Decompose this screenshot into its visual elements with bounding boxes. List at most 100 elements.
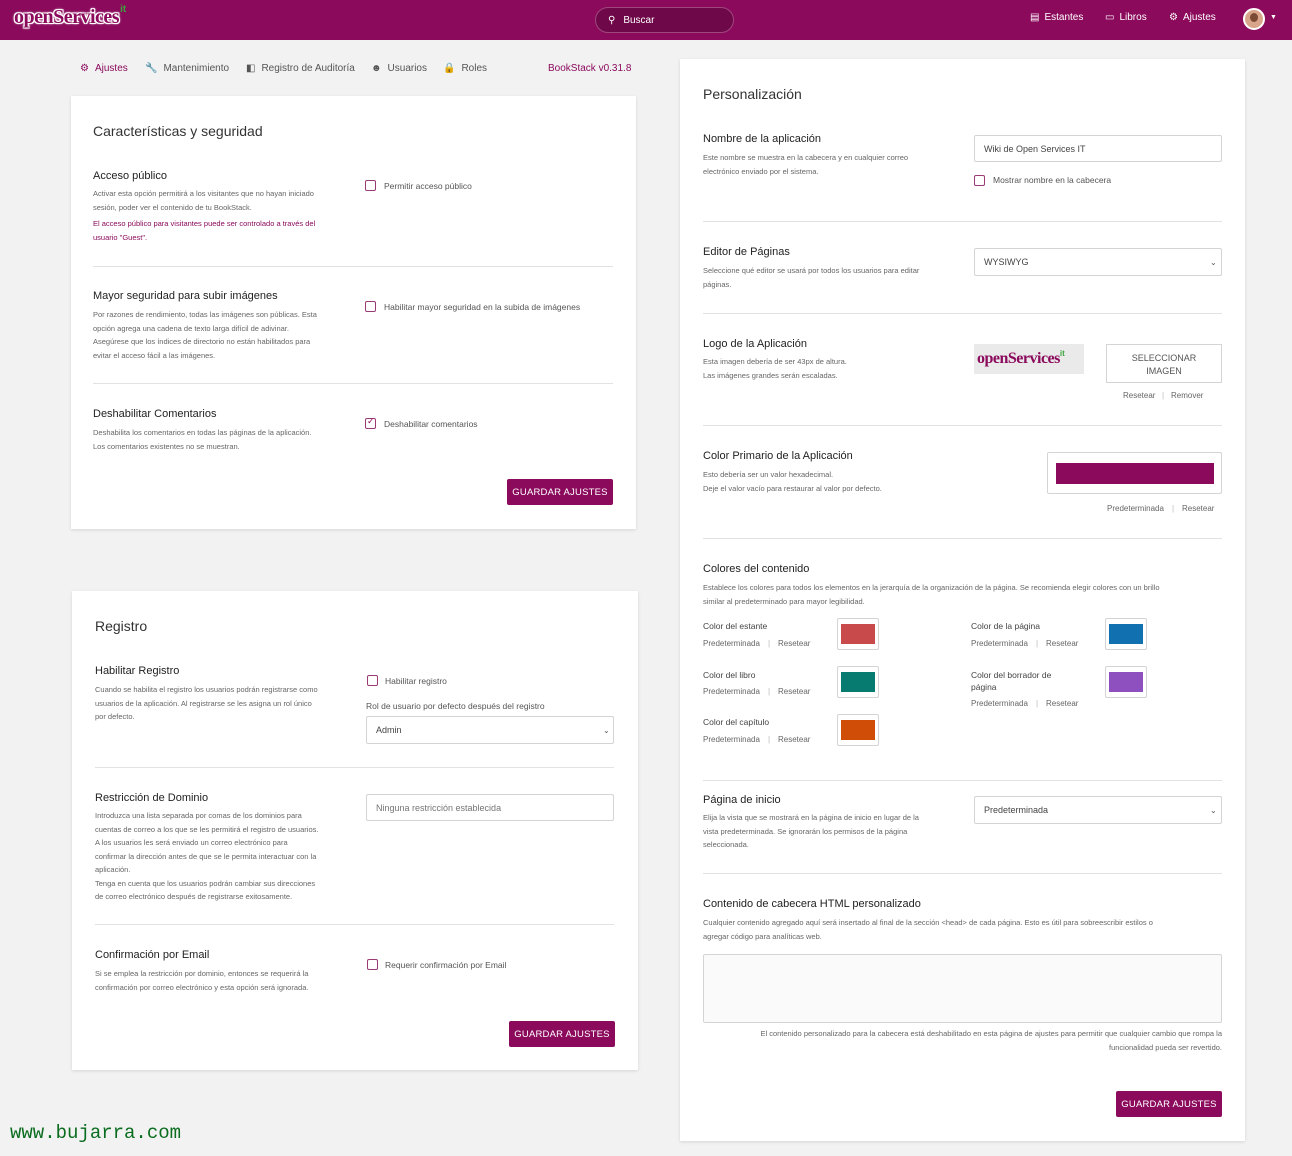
- section-desc: Este nombre se muestra en la cabecera y …: [703, 151, 908, 178]
- section-title: Habilitar Registro: [95, 665, 180, 677]
- logo-preview-suffix: it: [1059, 348, 1065, 358]
- color-label: Color del capítulo: [703, 717, 770, 727]
- button-line: IMAGEN: [1146, 366, 1182, 376]
- search-box[interactable]: ⚲: [595, 7, 734, 33]
- default-role-select[interactable]: Admin: [366, 716, 614, 744]
- separator: |: [1036, 699, 1039, 708]
- shelf-color-input[interactable]: [837, 618, 879, 650]
- image-security-checkbox[interactable]: [365, 301, 376, 312]
- divider: [703, 780, 1222, 781]
- chevron-down-icon[interactable]: ▼: [1270, 14, 1277, 21]
- primary-color-input[interactable]: [1047, 452, 1222, 494]
- section-title: Acceso público: [93, 170, 167, 182]
- draft-color-input[interactable]: [1105, 666, 1147, 698]
- disable-comments-checkbox[interactable]: [365, 416, 376, 429]
- desc-line: A los usuarios les será enviado un corre…: [95, 838, 288, 847]
- show-name-checkbox[interactable]: [974, 175, 985, 186]
- color-label: Color de la página: [971, 621, 1040, 631]
- gear-icon: ⚙: [80, 63, 89, 74]
- default-color-link[interactable]: Predeterminada: [1107, 504, 1164, 513]
- reset-color-link[interactable]: Resetear: [1182, 504, 1214, 513]
- card-title: Características y seguridad: [93, 123, 263, 139]
- divider: [93, 383, 613, 384]
- domain-restriction-input[interactable]: [366, 794, 614, 821]
- reset-logo-link[interactable]: Resetear: [1123, 391, 1155, 400]
- reset-color-link[interactable]: Resetear: [778, 735, 810, 744]
- desc-line: opción agrega una cadena de texto larga …: [93, 323, 289, 333]
- desc-line: usuarios de la aplicación. Al registrars…: [95, 698, 312, 708]
- custom-head-textarea[interactable]: [703, 954, 1222, 1023]
- checkbox-label: Requerir confirmación por Email: [385, 960, 507, 970]
- section-desc: Esto debería ser un valor hexadecimal. D…: [703, 468, 882, 495]
- nav-shelves-link[interactable]: ▤ Estantes: [1030, 12, 1083, 23]
- nav-settings-link[interactable]: ⚙ Ajustes: [1169, 12, 1216, 23]
- reset-color-link[interactable]: Resetear: [778, 687, 810, 696]
- section-title: Contenido de cabecera HTML personalizado: [703, 898, 921, 910]
- default-color-link[interactable]: Predeterminada: [703, 735, 760, 744]
- remove-logo-link[interactable]: Remover: [1171, 391, 1203, 400]
- save-button[interactable]: GUARDAR AJUSTES: [507, 479, 613, 505]
- section-desc: Introduzca una lista separada por comas …: [95, 809, 318, 904]
- settings-tab-label: Mantenimiento: [163, 63, 230, 74]
- color-swatch: [841, 720, 875, 740]
- logo-preview: openServices it: [974, 344, 1084, 374]
- email-confirm-checkbox[interactable]: [367, 959, 378, 970]
- divider: [703, 221, 1222, 222]
- book-color-input[interactable]: [837, 666, 879, 698]
- section-desc: Esta imagen debería de ser 43px de altur…: [703, 355, 847, 382]
- default-color-link[interactable]: Predeterminada: [703, 639, 760, 648]
- desc-line: vista predeterminada. Se ignorarán los p…: [703, 826, 908, 836]
- label-line: Color del borrador de: [971, 670, 1052, 680]
- section-desc: Activar esta opción permitirá a los visi…: [93, 187, 314, 214]
- color-swatch: [841, 672, 875, 692]
- section-desc: Cuando se habilita el registro los usuar…: [95, 683, 318, 724]
- settings-tab-maintenance[interactable]: 🔧 Mantenimiento: [145, 63, 229, 74]
- section-title: Colores del contenido: [703, 563, 810, 575]
- reset-color-link[interactable]: Resetear: [1046, 699, 1078, 708]
- card-title: Registro: [95, 618, 148, 634]
- select-value: Predeterminada: [984, 805, 1049, 815]
- guest-user-note[interactable]: El acceso público para visitantes puede …: [93, 217, 315, 244]
- reset-color-link[interactable]: Resetear: [778, 639, 810, 648]
- checkbox-label: Mostrar nombre en la cabecera: [993, 175, 1112, 185]
- color-swatch: [1109, 672, 1143, 692]
- app-logo[interactable]: openServices it: [14, 4, 126, 32]
- section-desc: Por razones de rendimiento, todas las im…: [93, 308, 317, 362]
- editor-select[interactable]: WYSIWYG: [974, 248, 1222, 276]
- desc-line: cuentas de correo a los que se les permi…: [95, 824, 319, 834]
- chevron-down-icon: ⌄: [603, 726, 610, 735]
- logo-preview-text: openServices: [977, 350, 1060, 367]
- save-button[interactable]: GUARDAR AJUSTES: [1116, 1091, 1222, 1117]
- homepage-select[interactable]: Predeterminada: [974, 796, 1222, 824]
- save-button[interactable]: GUARDAR AJUSTES: [509, 1021, 615, 1047]
- button-line: SELECCIONAR: [1131, 353, 1197, 363]
- desc-line: Cualquier contenido agregado aquí será i…: [703, 918, 1153, 927]
- settings-tab-roles[interactable]: 🔒 Roles: [443, 63, 487, 74]
- app-name-input[interactable]: Wiki de Open Services IT: [974, 135, 1222, 162]
- search-input[interactable]: [623, 14, 714, 26]
- settings-tab-users[interactable]: ☻ Usuarios: [371, 63, 427, 74]
- nav-books-link[interactable]: ▭ Libros: [1105, 12, 1147, 23]
- select-image-button[interactable]: SELECCIONAR IMAGEN: [1106, 344, 1222, 383]
- default-color-link[interactable]: Predeterminada: [971, 699, 1028, 708]
- page-color-input[interactable]: [1105, 618, 1147, 650]
- reset-color-link[interactable]: Resetear: [1046, 639, 1078, 648]
- section-title: Deshabilitar Comentarios: [93, 408, 217, 420]
- enable-registration-checkbox[interactable]: [367, 675, 378, 686]
- default-color-link[interactable]: Predeterminada: [703, 687, 760, 696]
- section-desc: Si se emplea la restricción por dominio,…: [95, 967, 308, 994]
- version-label: BookStack v0.31.8: [548, 63, 632, 74]
- shelves-icon: ▤: [1030, 12, 1040, 23]
- divider: [95, 767, 614, 768]
- version-link[interactable]: BookStack v0.31.8: [548, 63, 631, 74]
- public-access-checkbox[interactable]: [365, 180, 376, 191]
- settings-tab-settings[interactable]: ⚙ Ajustes: [80, 63, 128, 74]
- settings-tab-audit[interactable]: ◧ Registro de Auditoría: [246, 63, 355, 74]
- chapter-color-input[interactable]: [837, 714, 879, 746]
- avatar[interactable]: [1243, 8, 1265, 30]
- logo-text: openServices: [14, 6, 120, 28]
- section-desc: Cualquier contenido agregado aquí será i…: [703, 916, 1153, 943]
- default-color-link[interactable]: Predeterminada: [971, 639, 1028, 648]
- select-value: Admin: [376, 725, 402, 735]
- desc-line: páginas.: [703, 279, 732, 289]
